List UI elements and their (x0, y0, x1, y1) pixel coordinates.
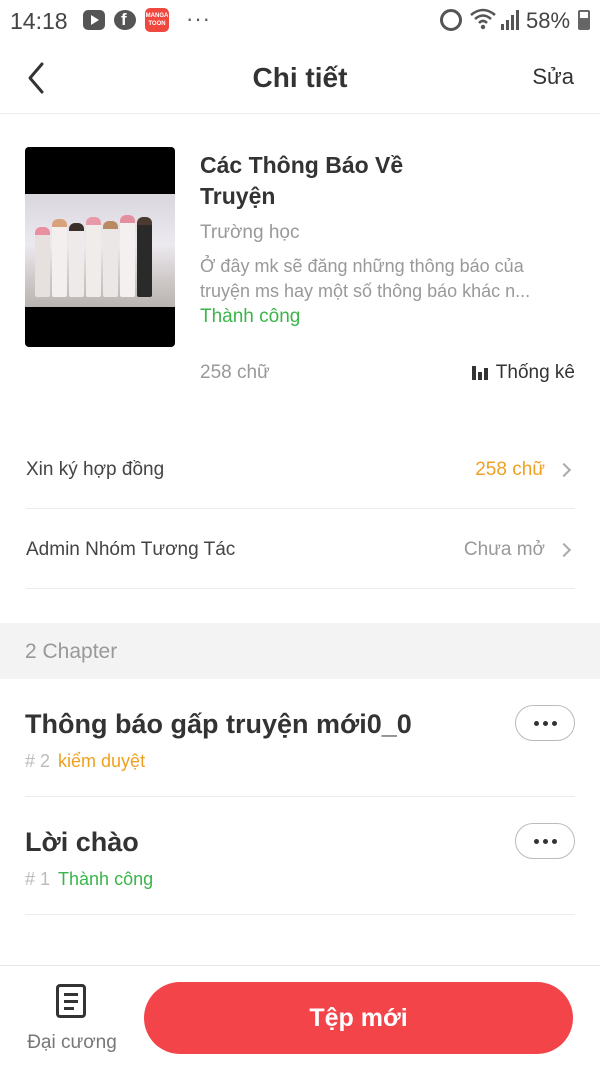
status-bar: 14:18 MANGA TOON ··· 58% (0, 0, 600, 42)
book-cover[interactable] (25, 147, 175, 347)
stats-button[interactable]: Thống kê (471, 362, 575, 384)
chevron-right-icon (556, 462, 572, 478)
status-time: 14:18 (10, 8, 68, 34)
edit-button[interactable]: Sửa (532, 64, 574, 90)
chapter-meta: # 1 Thành công (25, 869, 153, 890)
top-app-bar: Chi tiết Sửa (0, 42, 600, 114)
chapter-number: # 2 (25, 751, 51, 771)
chapter-status: Thành công (58, 869, 154, 889)
admin-group-value: Chưa mở (463, 539, 545, 560)
youtube-icon (83, 10, 105, 30)
new-chapter-button[interactable]: Tệp mới (144, 982, 573, 1054)
chapter-more-button[interactable] (515, 705, 575, 741)
word-count: 258 chữ (200, 362, 270, 383)
chapter-item[interactable]: Lời chào # 1 Thành công (25, 797, 575, 915)
stats-label: Thống kê (495, 362, 575, 383)
chapter-meta: # 2 kiểm duyệt (25, 751, 145, 772)
battery-level: 58% (526, 8, 571, 33)
facebook-icon (114, 10, 136, 30)
more-notifications-icon: ··· (186, 6, 211, 31)
outline-label: Đại cương (27, 1032, 117, 1053)
chapter-number: # 1 (25, 869, 51, 889)
chapter-item[interactable]: Thông báo gấp truyện mới0_0 # 2 kiểm duy… (25, 679, 575, 797)
outline-button[interactable]: Đại cương (24, 984, 120, 1056)
chevron-right-icon (556, 542, 572, 558)
chapter-count: 2 Chapter (25, 640, 118, 663)
bar-chart-icon (471, 366, 488, 380)
book-description: Ở đây mk sẽ đăng những thông báo của tru… (200, 256, 531, 301)
chapter-more-button[interactable] (515, 823, 575, 859)
book-genre: Trường học (200, 222, 300, 243)
contract-label: Xin ký hợp đồng (26, 459, 165, 480)
admin-group-row[interactable]: Admin Nhóm Tương Tác Chưa mở (26, 509, 575, 589)
signal-icon (501, 10, 519, 30)
contract-row[interactable]: Xin ký hợp đồng 258 chữ (26, 429, 575, 509)
page-title: Chi tiết (252, 62, 348, 93)
cover-photo (25, 194, 175, 307)
alarm-icon (440, 9, 462, 31)
admin-group-label: Admin Nhóm Tương Tác (26, 539, 236, 560)
mangatoon-icon: MANGA TOON (145, 8, 169, 32)
chapter-title: Thông báo gấp truyện mới0_0 (25, 709, 412, 739)
chapter-title: Lời chào (25, 827, 139, 857)
chapter-status: kiểm duyệt (58, 751, 146, 771)
book-title: Các Thông Báo Về Truyện (200, 152, 404, 209)
wifi-icon (470, 8, 496, 30)
contract-value: 258 chữ (475, 459, 545, 480)
bottom-bar: Đại cương Tệp mới (0, 965, 600, 1067)
chapters-header: 2 Chapter (0, 623, 600, 679)
book-status: Thành công (200, 306, 301, 327)
document-icon (56, 984, 86, 1018)
battery-icon (578, 10, 590, 30)
